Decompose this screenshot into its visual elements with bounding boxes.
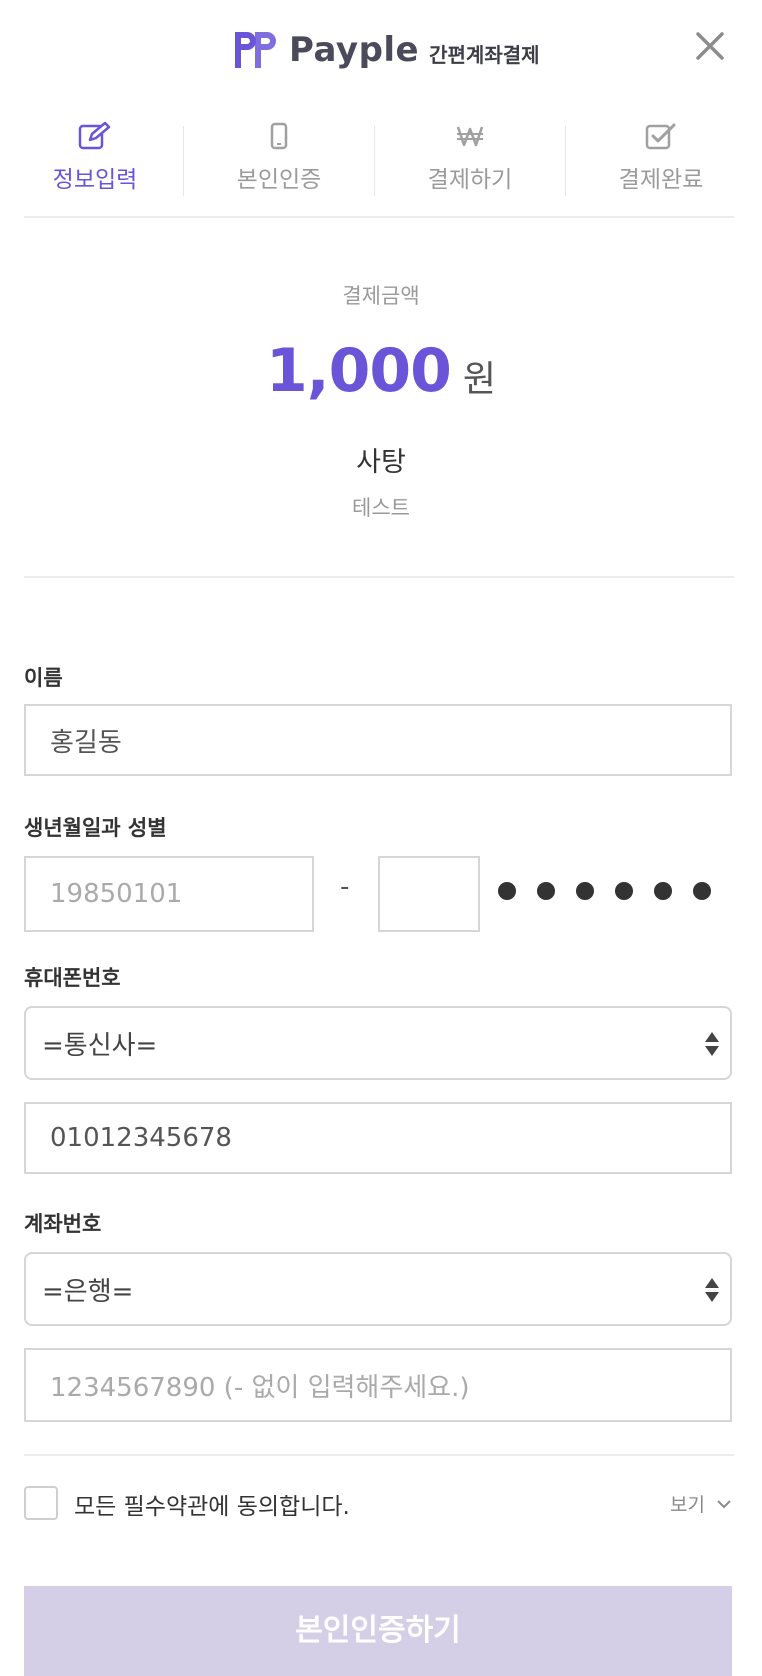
masked-digit [576,882,594,900]
masked-digit [654,882,672,900]
step-identity-verify: 본인인증 [184,118,374,198]
bank-selected: =은행= [42,1276,134,1307]
birth-separator: - [340,872,350,902]
divider [24,216,734,218]
check-square-icon [645,123,676,150]
amount-label: 결제금액 [342,284,420,308]
masked-digit [615,882,633,900]
step-payment-complete: 결제완료 [566,118,756,198]
masked-digit [693,882,711,900]
birthdate-placeholder: 19850101 [50,879,183,909]
name-field[interactable]: 홍길동 [24,704,732,776]
agree-all-checkbox[interactable] [24,1486,58,1520]
carrier-selected: =통신사= [42,1030,158,1061]
amount-row: 1,000 원 [0,336,762,406]
chevron-down-icon [717,1499,731,1508]
product-name: 사탕 [356,447,406,478]
close-button[interactable] [690,26,730,66]
verify-identity-button[interactable]: 본인인증하기 [24,1586,732,1676]
masked-digit [537,882,555,900]
account-number-placeholder: 1234567890 (- 없이 입력해주세요.) [50,1372,470,1403]
payple-logo: Payple 간편계좌결제 [233,28,540,72]
won-icon [456,126,484,147]
select-arrows-icon [705,1278,719,1302]
product-description: 테스트 [352,496,410,520]
step-label: 결제하기 [427,167,513,193]
account-label: 계좌번호 [24,1212,102,1236]
select-arrows-icon [705,1032,719,1056]
view-terms-label: 보기 [670,1494,705,1516]
view-terms-link[interactable]: 보기 [670,1490,733,1517]
brand-subtitle: 간편계좌결제 [429,42,540,67]
step-payment: 결제하기 [375,118,565,198]
step-info-input: 정보입력 [0,118,190,198]
edit-icon [78,121,111,150]
phone-number-field[interactable]: 01012345678 [24,1102,732,1174]
phone-icon [270,122,288,150]
agree-all-label[interactable]: 모든 필수약관에 동의합니다. [74,1487,350,1521]
close-icon [696,32,724,60]
step-label: 결제완료 [618,167,704,193]
birthdate-field[interactable]: 19850101 [24,856,314,932]
name-label: 이름 [24,666,63,690]
divider [24,1454,734,1456]
account-number-field[interactable]: 1234567890 (- 없이 입력해주세요.) [24,1348,732,1422]
amount-value: 1,000 [266,336,452,406]
phone-number-value: 01012345678 [50,1123,232,1153]
step-label: 본인인증 [236,167,322,193]
payple-logo-icon [235,32,276,68]
gender-digit-field[interactable] [378,856,480,932]
brand-name: Payple [289,30,420,70]
name-value: 홍길동 [50,727,122,758]
carrier-select[interactable]: =통신사= [24,1006,732,1080]
amount-unit: 원 [462,359,496,400]
divider [24,576,734,578]
birth-gender-label: 생년월일과 성별 [24,816,167,840]
bank-select[interactable]: =은행= [24,1252,732,1326]
masked-digit [498,882,516,900]
step-label: 정보입력 [52,167,138,193]
phone-label: 휴대폰번호 [24,966,121,990]
